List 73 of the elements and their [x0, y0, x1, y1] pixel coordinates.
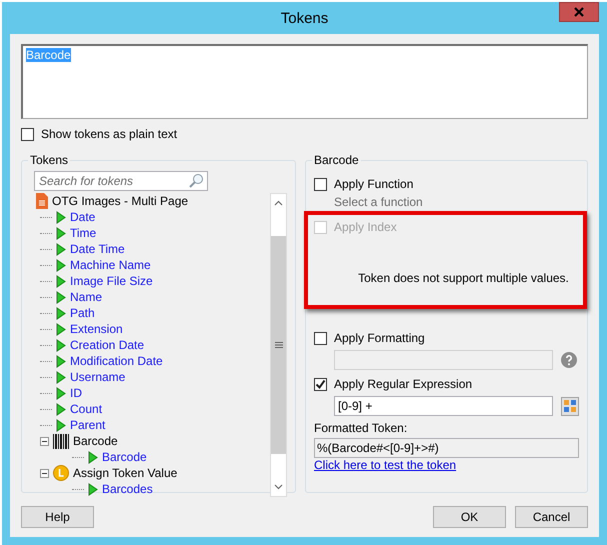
tree-item[interactable]: ID	[70, 386, 82, 400]
formatted-token-label: Formatted Token:	[314, 421, 408, 435]
play-triangle-icon	[56, 274, 66, 288]
search-icon	[188, 173, 204, 189]
tree-item[interactable]: Date Time	[70, 242, 125, 256]
play-triangle-icon	[56, 242, 66, 256]
tree-item[interactable]: Creation Date	[70, 338, 144, 352]
collapse-toggle-icon[interactable]	[40, 436, 49, 446]
formatted-token-field: %(Barcode#<[0-9]+>#)	[314, 438, 579, 458]
play-triangle-icon	[56, 386, 66, 400]
play-triangle-icon	[56, 226, 66, 240]
tree-item[interactable]: OTG Images - Multi Page	[52, 194, 188, 208]
play-triangle-icon	[56, 370, 66, 384]
expression-text: Barcode	[26, 48, 71, 62]
tree-item[interactable]: Image File Size	[70, 274, 153, 288]
ok-button[interactable]: OK	[433, 506, 506, 528]
function-hint: Select a function	[333, 194, 424, 211]
collapse-toggle-icon[interactable]	[40, 468, 49, 478]
checkbox-label: Show tokens as plain text	[41, 127, 178, 141]
tree-item[interactable]: Parent	[70, 418, 106, 432]
tree-item[interactable]: Barcodes	[102, 482, 153, 496]
scroll-down-icon	[274, 484, 283, 490]
barcode-icon	[53, 434, 69, 448]
tree-item[interactable]: Name	[70, 290, 102, 304]
test-token-link[interactable]: Click here to test the token	[314, 458, 456, 472]
play-triangle-icon	[56, 210, 66, 224]
checkbox-label: Apply Index	[334, 220, 397, 234]
close-button[interactable]	[559, 2, 599, 22]
cancel-button[interactable]: Cancel	[515, 506, 588, 528]
play-triangle-icon	[56, 322, 66, 336]
coin-icon	[53, 465, 69, 481]
play-triangle-icon	[88, 450, 98, 464]
play-triangle-icon	[56, 402, 66, 416]
window-title: Tokens	[280, 10, 328, 26]
grid-icon	[564, 400, 576, 412]
document-icon	[36, 193, 48, 209]
tree-item[interactable]: Path	[70, 306, 95, 320]
play-triangle-icon	[56, 290, 66, 304]
close-icon	[574, 7, 584, 17]
group-title: Barcode	[313, 153, 360, 167]
group-title: Tokens	[29, 153, 70, 167]
play-triangle-icon	[56, 306, 66, 320]
search-field[interactable]: Search for tokens	[34, 171, 208, 191]
play-triangle-icon	[56, 418, 66, 432]
tree-item[interactable]: Username	[70, 370, 126, 384]
tree-item[interactable]: Date	[70, 210, 96, 224]
play-triangle-icon	[56, 354, 66, 368]
token-picker-button[interactable]	[561, 396, 579, 416]
scroll-up-icon	[274, 200, 283, 206]
checkbox-label: Apply Formatting	[334, 331, 425, 345]
regex-field[interactable]: [0-9] +	[334, 396, 553, 416]
play-triangle-icon	[56, 258, 66, 272]
tree-item[interactable]: Modification Date	[70, 354, 163, 368]
help-button[interactable]: Help	[21, 506, 94, 528]
checkbox[interactable]	[21, 128, 34, 140]
tree-item[interactable]: Machine Name	[70, 258, 151, 272]
tree-item[interactable]: Barcode	[73, 434, 118, 448]
scrollbar[interactable]	[270, 193, 287, 497]
tree-item[interactable]: Count	[70, 402, 102, 416]
play-triangle-icon	[88, 482, 98, 496]
help-icon[interactable]	[561, 352, 577, 368]
checkbox[interactable]	[314, 332, 327, 344]
tree-item[interactable]: Barcode	[102, 450, 147, 464]
tree-item[interactable]: Extension	[70, 322, 123, 336]
checkbox-label: Apply Function	[334, 177, 414, 191]
checkbox-label: Apply Regular Expression	[334, 377, 472, 391]
tree-item[interactable]: Time	[70, 226, 96, 240]
checkbox[interactable]	[314, 178, 327, 190]
tree-item[interactable]: Assign Token Value	[73, 466, 178, 480]
index-message: Token does not support multiple values.	[357, 271, 569, 285]
play-triangle-icon	[56, 338, 66, 352]
checkbox[interactable]	[314, 378, 327, 390]
grip-icon	[274, 342, 282, 348]
